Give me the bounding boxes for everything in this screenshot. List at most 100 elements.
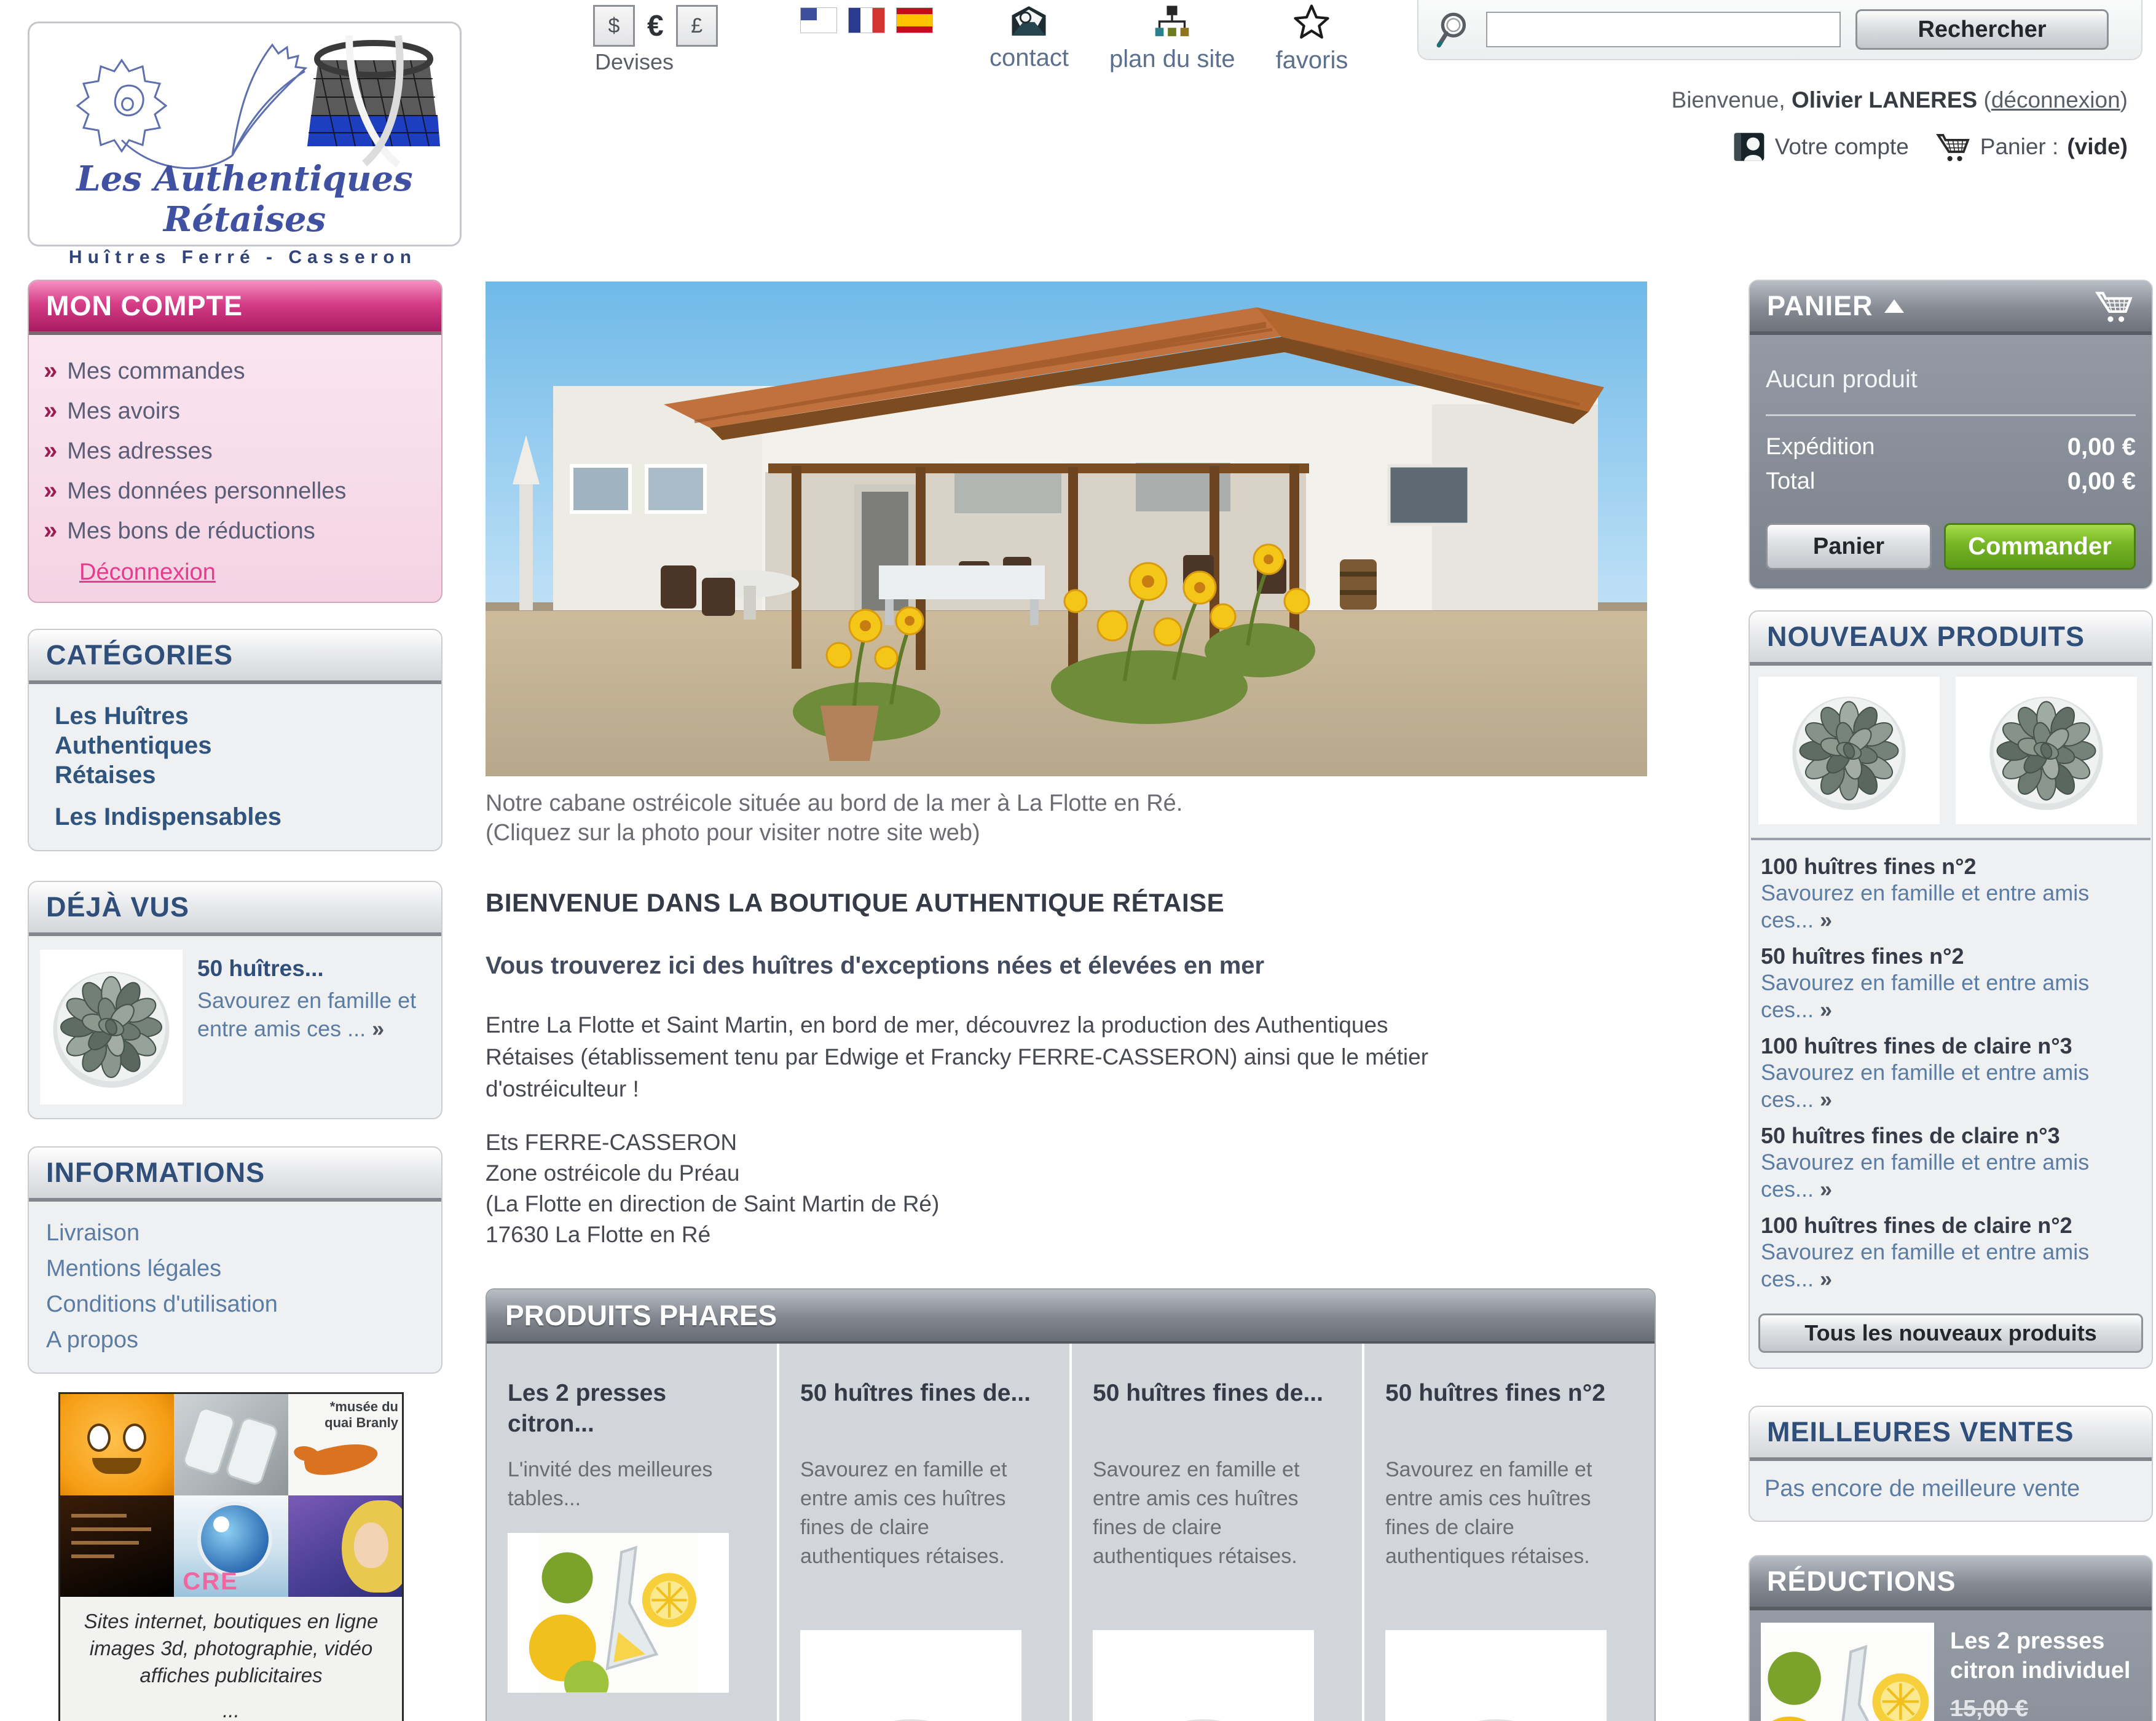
product-name[interactable]: 100 huîtres fines n°2 <box>1761 854 2141 880</box>
view-cart-button[interactable]: Panier <box>1766 523 1932 570</box>
total-label: Total <box>1766 464 1815 498</box>
sidebar-item-vouchers[interactable]: » Mes bons de réductions <box>44 511 429 551</box>
more-icon[interactable]: » <box>1820 997 1832 1022</box>
shop-logo[interactable]: Les Authentiques Rétaises <box>28 22 462 246</box>
shop-photo[interactable] <box>486 282 1647 776</box>
top-nav: contact plan du site favoris <box>989 4 1348 74</box>
paren: ) <box>2120 87 2128 112</box>
discount-product-image[interactable] <box>1761 1623 1934 1721</box>
product-image[interactable] <box>1093 1630 1314 1721</box>
product-image[interactable] <box>1385 1630 1607 1721</box>
search-input[interactable] <box>1486 12 1841 47</box>
lemon-press-icon <box>1765 1626 1930 1721</box>
logout-link[interactable]: déconnexion <box>1991 87 2120 112</box>
more-icon[interactable]: » <box>372 1016 384 1041</box>
vouchers-link[interactable]: Mes bons de réductions <box>67 511 315 551</box>
total-value: 0,00 € <box>2067 464 2136 498</box>
discount-product-name[interactable]: Les 2 presses citron individuel <box>1950 1628 2130 1684</box>
new-product-item[interactable]: 100 huîtres fines n°2 Savourez en famill… <box>1761 854 2141 934</box>
orders-link[interactable]: Mes commandes <box>67 352 245 391</box>
credits-link[interactable]: Mes avoirs <box>67 392 180 431</box>
product-name[interactable]: 50 huîtres fines de... <box>1093 1378 1341 1439</box>
viewed-product-image[interactable] <box>40 950 183 1105</box>
featured-product-card[interactable]: Les 2 presses citron... L'invité des mei… <box>487 1344 777 1721</box>
cart-title: PANIER <box>1767 290 1873 322</box>
product-name[interactable]: 50 huîtres fines de claire n°3 <box>1761 1123 2141 1149</box>
spanish-flag-icon[interactable] <box>896 7 933 33</box>
sidebar-item-personal-data[interactable]: » Mes données personnelles <box>44 471 429 511</box>
category-indispensables-link[interactable]: Les Indispensables <box>55 802 319 832</box>
product-image[interactable] <box>508 1533 729 1693</box>
featured-product-card[interactable]: 50 huîtres fines de... Savourez en famil… <box>1069 1344 1362 1721</box>
viewed-product-name[interactable]: 50 huîtres... <box>197 955 430 983</box>
agency-ad-banner[interactable]: *musée du quai Branly CRE Sites internet… <box>58 1392 404 1721</box>
photo-caption-line1: Notre cabane ostréicole située au bord d… <box>486 789 1678 818</box>
currency-euro-selected[interactable]: € <box>647 9 664 43</box>
featured-products-block: PRODUITS PHARES Les 2 presses citron... … <box>486 1288 1656 1721</box>
info-mentions-link[interactable]: Mentions légales <box>46 1251 429 1286</box>
product-image[interactable] <box>800 1630 1021 1721</box>
info-livraison-link[interactable]: Livraison <box>46 1215 429 1251</box>
featured-product-card[interactable]: 50 huîtres fines de... Savourez en famil… <box>777 1344 1069 1721</box>
new-product-thumb[interactable] <box>1956 677 2137 824</box>
sidebar-item-orders[interactable]: » Mes commandes <box>44 351 429 391</box>
ad-tile-website <box>60 1495 174 1597</box>
address-line: 17630 La Flotte en Ré <box>486 1219 1678 1250</box>
product-name[interactable]: 100 huîtres fines de claire n°3 <box>1761 1033 2141 1059</box>
nav-favorites[interactable]: favoris <box>1276 4 1348 74</box>
ad-line: images 3d, photographie, vidéo <box>68 1635 395 1662</box>
currency-selector: $ € £ <box>593 5 718 47</box>
new-product-item[interactable]: 50 huîtres fines de claire n°3 Savourez … <box>1761 1123 2141 1203</box>
search-button[interactable]: Rechercher <box>1855 9 2109 50</box>
nav-sitemap[interactable]: plan du site <box>1109 4 1235 74</box>
discounts-block: RÉDUCTIONS Les 2 presses citron individu… <box>1749 1555 2153 1721</box>
paren: ( <box>1984 87 1991 112</box>
address-line: Zone ostréicole du Préau <box>486 1158 1678 1189</box>
cart-link[interactable]: Panier : (vide) <box>1936 130 2128 163</box>
main-content: Notre cabane ostréicole située au bord d… <box>486 282 1678 1721</box>
featured-product-card[interactable]: 50 huîtres fines n°2 Savourez en famille… <box>1362 1344 1654 1721</box>
collapse-icon[interactable] <box>1884 299 1904 313</box>
product-name[interactable]: 50 huîtres fines n°2 <box>1761 943 2141 969</box>
more-icon[interactable]: » <box>1820 907 1832 932</box>
new-product-item[interactable]: 50 huîtres fines n°2 Savourez en famille… <box>1761 943 2141 1023</box>
info-apropos-link[interactable]: A propos <box>46 1322 429 1358</box>
product-name[interactable]: 100 huîtres fines de claire n°2 <box>1761 1213 2141 1239</box>
product-name[interactable]: 50 huîtres fines de... <box>800 1378 1048 1439</box>
viewed-products-header: DÉJÀ VUS <box>29 882 441 936</box>
language-selector <box>800 7 933 33</box>
info-conditions-link[interactable]: Conditions d'utilisation <box>46 1286 429 1322</box>
divider <box>1766 414 2136 416</box>
envelope-icon <box>1009 4 1049 38</box>
shipping-value: 0,00 € <box>2067 430 2136 464</box>
personal-data-link[interactable]: Mes données personnelles <box>67 471 346 511</box>
welcome-prefix: Bienvenue, <box>1672 87 1785 112</box>
sidebar-item-credits[interactable]: » Mes avoirs <box>44 391 429 431</box>
currency-pound-button[interactable]: £ <box>676 5 718 47</box>
more-icon[interactable]: » <box>1820 1266 1832 1291</box>
new-product-item[interactable]: 100 huîtres fines de claire n°2 Savourez… <box>1761 1213 2141 1293</box>
sidebar-logout-link[interactable]: Déconnexion <box>79 559 216 585</box>
sidebar-item-addresses[interactable]: » Mes adresses <box>44 431 429 471</box>
french-flag-icon[interactable] <box>848 7 885 33</box>
address-block: Ets FERRE-CASSERON Zone ostréicole du Pr… <box>486 1127 1678 1250</box>
checkout-button[interactable]: Commander <box>1944 523 2136 570</box>
cart-icon <box>1936 130 1972 163</box>
currency-dollar-button[interactable]: $ <box>593 5 635 47</box>
category-huitres-link[interactable]: Les Huîtres Authentiques Rétaises <box>55 701 319 790</box>
new-product-item[interactable]: 100 huîtres fines de claire n°3 Savourez… <box>1761 1033 2141 1113</box>
more-icon[interactable]: » <box>1820 1176 1832 1202</box>
addresses-link[interactable]: Mes adresses <box>67 431 213 471</box>
product-name[interactable]: Les 2 presses citron... <box>508 1378 756 1439</box>
new-product-thumb[interactable] <box>1758 677 1940 824</box>
more-icon[interactable]: » <box>1820 1087 1832 1112</box>
all-new-products-button[interactable]: Tous les nouveaux produits <box>1758 1313 2143 1353</box>
nav-contact[interactable]: contact <box>989 4 1069 74</box>
account-link[interactable]: Votre compte <box>1732 131 1909 163</box>
ad-cre-word: CRE <box>183 1568 238 1596</box>
english-flag-icon[interactable] <box>800 7 837 33</box>
product-name[interactable]: 50 huîtres fines n°2 <box>1385 1378 1634 1439</box>
ad-tile-car-seats <box>174 1394 288 1495</box>
cart-header[interactable]: PANIER <box>1750 281 2152 335</box>
nav-sitemap-label: plan du site <box>1109 45 1235 73</box>
